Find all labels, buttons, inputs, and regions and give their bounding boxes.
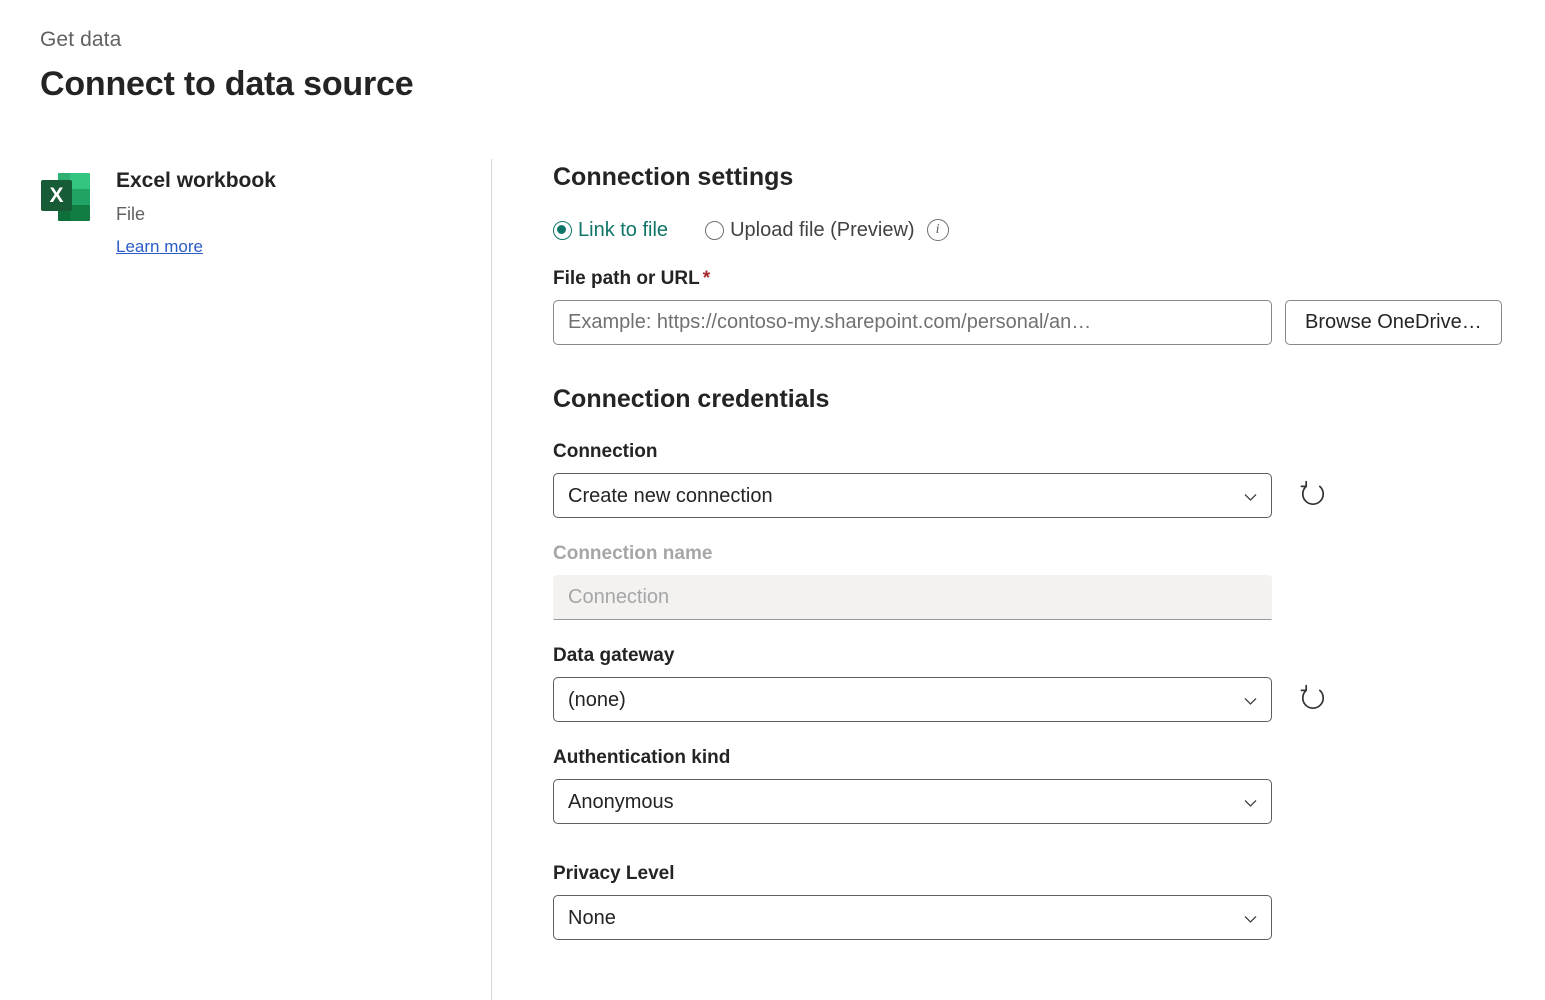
- connection-field-group: Connection Create new connection: [553, 439, 1523, 518]
- page-header: Get data Connect to data source: [40, 26, 413, 106]
- privacy-level-label: Privacy Level: [553, 861, 1523, 887]
- privacy-level-dropdown[interactable]: None: [553, 895, 1272, 940]
- connection-label: Connection: [553, 439, 1523, 465]
- connection-dropdown[interactable]: Create new connection: [553, 473, 1272, 518]
- data-gateway-label: Data gateway: [553, 643, 1523, 669]
- chevron-down-icon: [1244, 695, 1257, 708]
- file-path-field-group: File path or URL* Browse OneDrive…: [553, 266, 1523, 345]
- connection-name-field-group: Connection name: [553, 541, 1523, 620]
- data-source-kind: File: [116, 201, 276, 227]
- required-asterisk: *: [703, 268, 710, 289]
- data-source-panel: X Excel workbook File Learn more: [40, 165, 460, 259]
- connection-name-row: [553, 575, 1523, 620]
- connect-to-data-source-page: Get data Connect to data source X Excel …: [0, 0, 1545, 1000]
- learn-more-link[interactable]: Learn more: [116, 235, 203, 259]
- browse-onedrive-button[interactable]: Browse OneDrive…: [1285, 300, 1502, 345]
- file-path-input[interactable]: [553, 300, 1272, 345]
- info-icon[interactable]: i: [927, 219, 949, 241]
- authentication-kind-dropdown-value: Anonymous: [568, 790, 674, 814]
- file-path-row: Browse OneDrive…: [553, 300, 1523, 345]
- connection-form-panel: Connection settings Link to file Upload …: [553, 160, 1523, 940]
- file-path-label-text: File path or URL: [553, 268, 700, 289]
- privacy-level-row: None: [553, 895, 1523, 940]
- data-gateway-dropdown[interactable]: (none): [553, 677, 1272, 722]
- data-gateway-row: (none): [553, 677, 1523, 722]
- data-gateway-refresh-button[interactable]: [1296, 683, 1330, 717]
- connection-refresh-button[interactable]: [1296, 479, 1330, 513]
- file-path-label: File path or URL*: [553, 266, 1523, 292]
- authentication-kind-dropdown[interactable]: Anonymous: [553, 779, 1272, 824]
- connection-name-input: [553, 575, 1272, 620]
- chevron-down-icon: [1244, 913, 1257, 926]
- page-title: Connect to data source: [40, 62, 413, 106]
- data-source-text: Excel workbook File Learn more: [116, 165, 276, 259]
- radio-selected-icon: [553, 221, 572, 240]
- radio-unselected-icon: [705, 221, 724, 240]
- excel-workbook-icon: X: [40, 171, 92, 223]
- data-gateway-dropdown-value: (none): [568, 688, 626, 712]
- file-mode-radio-group: Link to file Upload file (Preview) i: [553, 217, 1523, 243]
- connection-row: Create new connection: [553, 473, 1523, 518]
- privacy-level-dropdown-value: None: [568, 906, 616, 930]
- data-source-summary: X Excel workbook File Learn more: [40, 165, 460, 259]
- refresh-icon: [1296, 683, 1330, 717]
- authentication-kind-field-group: Authentication kind Anonymous: [553, 745, 1523, 824]
- data-gateway-field-group: Data gateway (none): [553, 643, 1523, 722]
- connection-credentials-heading: Connection credentials: [553, 382, 1523, 416]
- panel-divider: [491, 159, 492, 1000]
- connection-dropdown-value: Create new connection: [568, 484, 773, 508]
- authentication-kind-row: Anonymous: [553, 779, 1523, 824]
- chevron-down-icon: [1244, 797, 1257, 810]
- radio-link-to-file[interactable]: Link to file: [553, 218, 668, 242]
- radio-upload-file[interactable]: Upload file (Preview): [705, 218, 915, 242]
- connection-settings-heading: Connection settings: [553, 160, 1523, 194]
- connection-name-label: Connection name: [553, 541, 1523, 567]
- data-source-name: Excel workbook: [116, 167, 276, 195]
- excel-icon-letter: X: [41, 180, 72, 211]
- refresh-icon: [1296, 479, 1330, 513]
- chevron-down-icon: [1244, 491, 1257, 504]
- privacy-level-field-group: Privacy Level None: [553, 861, 1523, 940]
- breadcrumb: Get data: [40, 26, 413, 54]
- radio-upload-file-label: Upload file (Preview): [730, 218, 915, 242]
- authentication-kind-label: Authentication kind: [553, 745, 1523, 771]
- radio-link-to-file-label: Link to file: [578, 218, 668, 242]
